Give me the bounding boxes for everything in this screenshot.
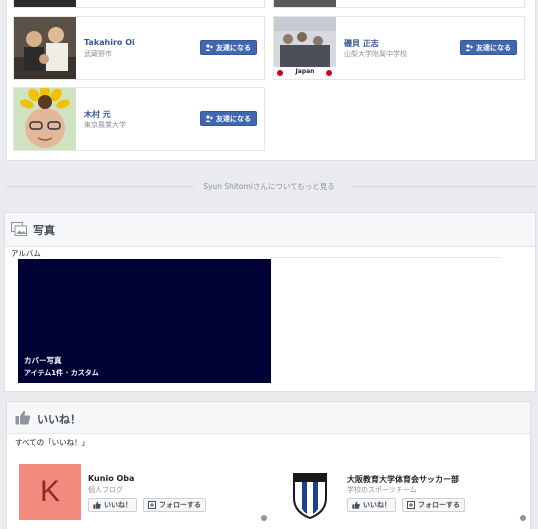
see-more-row: Syun Shitomiさんについてもっと見る (0, 178, 538, 194)
follow-icon (148, 501, 156, 509)
thumbs-up-icon (15, 410, 31, 425)
add-friend-label: 友達になる (216, 43, 251, 52)
follow-icon (407, 501, 415, 509)
like-label: いいね！ (363, 501, 391, 509)
page-category: 個人ブログ (88, 486, 123, 494)
friend-card-partial (273, 0, 525, 8)
see-more-link[interactable]: Syun Shitomiさんについてもっと見る (0, 181, 538, 192)
add-friend-button[interactable]: 友達になる (200, 40, 257, 55)
add-friend-button[interactable]: 友達になる (200, 111, 257, 126)
cover-photo-album[interactable]: カバー写真 アイテム1件 · カスタム (18, 259, 271, 383)
friend-card: Japan 磯貝 正志 山梨大学附属中学校 友達になる (273, 16, 525, 80)
like-button[interactable]: いいね！ (347, 498, 396, 512)
page-name[interactable]: Kunio Oba (88, 474, 134, 483)
friend-name[interactable]: 磯貝 正志 (344, 38, 379, 49)
friend-name[interactable]: 木村 元 (84, 109, 111, 120)
friend-photo[interactable]: Japan (274, 17, 336, 79)
friend-name[interactable]: Takahiro Oi (84, 38, 135, 47)
add-friend-icon (205, 44, 213, 51)
page-avatar[interactable]: K (19, 464, 81, 520)
like-button[interactable]: いいね！ (88, 498, 137, 512)
follow-button[interactable]: フォローする (143, 498, 206, 512)
friend-card: Takahiro Oi 武蔵野市 友達になる (13, 16, 265, 80)
friend-subtitle: 東京農業大学 (84, 121, 126, 129)
friend-card-partial (13, 0, 265, 8)
add-friend-label: 友達になる (216, 114, 251, 123)
follow-button[interactable]: フォローする (402, 498, 465, 512)
photos-title[interactable]: 写真 (33, 222, 55, 238)
page-options-icon[interactable] (261, 515, 267, 521)
albums-divider (271, 257, 500, 258)
albums-label[interactable]: アルバム (11, 248, 41, 259)
album-subtitle: アイテム1件 · カスタム (24, 369, 99, 377)
add-friend-label: 友達になる (476, 43, 511, 52)
friend-photo[interactable] (14, 88, 76, 150)
thumbs-up-icon (93, 501, 101, 509)
add-friend-button[interactable]: 友達になる (460, 40, 517, 55)
all-likes-label[interactable]: すべての「いいね！」 (15, 437, 89, 448)
photos-icon (11, 221, 27, 236)
friend-photo[interactable] (14, 17, 76, 79)
follow-label: フォローする (418, 501, 460, 509)
add-friend-icon (465, 44, 473, 51)
likes-title[interactable]: いいね！ (37, 411, 81, 427)
friend-card: 木村 元 東京農業大学 友達になる (13, 87, 265, 151)
page-avatar[interactable] (282, 464, 338, 520)
likes-header (7, 402, 530, 434)
friend-subtitle: 武蔵野市 (84, 50, 112, 58)
photo-caption: Japan (295, 68, 315, 75)
thumbs-up-icon (352, 501, 360, 509)
avatar-letter: K (39, 475, 60, 508)
page-category: 学校のスポーツチーム (347, 486, 417, 494)
photos-header (5, 213, 535, 247)
like-label: いいね！ (104, 501, 132, 509)
add-friend-icon (205, 115, 213, 122)
friend-subtitle: 山梨大学附属中学校 (344, 50, 407, 58)
page-options-icon[interactable] (520, 515, 526, 521)
follow-label: フォローする (159, 501, 201, 509)
page-name[interactable]: 大阪教育大学体育会サッカー部 (347, 474, 459, 485)
album-title: カバー写真 (24, 356, 62, 365)
